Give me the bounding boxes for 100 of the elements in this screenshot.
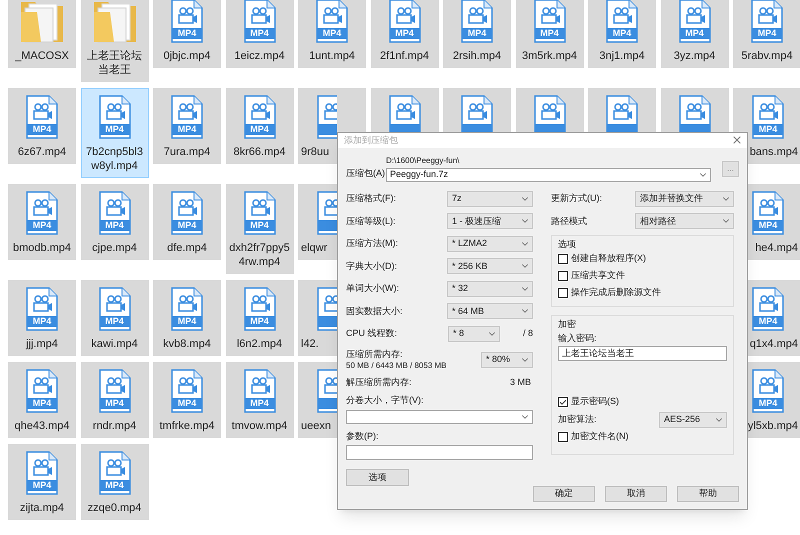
file-tile[interactable]: MP4 bmodb.mp4 (8, 184, 76, 260)
video-file-icon (314, 0, 350, 43)
dropdown[interactable]: * 32 (447, 280, 533, 297)
file-tile[interactable]: MP4 2f1nf.mp4 (370, 0, 438, 68)
file-tile[interactable]: MP4 1eicz.mp4 (226, 0, 294, 68)
video-file-icon (24, 191, 60, 235)
video-file-icon (315, 191, 337, 235)
file-tile[interactable]: MP4 1unt.mp4 (298, 0, 366, 68)
file-tile[interactable]: MP4 kawi.mp4 (80, 280, 148, 356)
video-file-icon (750, 95, 786, 139)
checkbox[interactable] (558, 288, 568, 298)
file-tile[interactable]: MP4 3nj1.mp4 (588, 0, 656, 68)
checkbox[interactable] (558, 397, 568, 407)
video-file-icon (386, 0, 422, 43)
file-name: 5rabv.mp4 (740, 49, 794, 63)
password-field[interactable]: 上老王论坛当老王 (558, 346, 727, 361)
file-tile[interactable]: MP4 7ura.mp4 (153, 88, 221, 164)
dropdown[interactable]: * 64 MB (447, 303, 533, 320)
file-tile[interactable]: MP4 7b2cnp5bl3w8yl.mp4 (80, 88, 148, 178)
file-type-label: MP4 (104, 398, 125, 409)
file-tile[interactable]: MP4 cjpe.mp4 (80, 184, 148, 260)
checkbox[interactable] (558, 271, 568, 281)
file-tile[interactable]: MP4 jjj.mp4 (8, 280, 76, 356)
folder-icon (19, 0, 65, 44)
video-file-icon (604, 0, 640, 43)
dropdown[interactable]: 1 - 极速压缩 (447, 213, 533, 230)
file-tile[interactable]: MP4 l6n2.mp4 (226, 280, 294, 356)
file-tile[interactable]: MP4 rndr.mp4 (80, 362, 148, 438)
video-file-icon (242, 95, 278, 139)
file-tile[interactable]: _MACOSX (8, 0, 76, 68)
file-tile[interactable]: MP4 3m5rk.mp4 (516, 0, 584, 68)
file-tile[interactable]: MP4 qhe43.mp4 (8, 362, 76, 438)
file-tile[interactable]: MP4 5rabv.mp4 (733, 0, 800, 68)
checkbox[interactable] (558, 254, 568, 264)
video-file-icon (676, 0, 712, 43)
file-tile[interactable]: MP4 3yz.mp4 (660, 0, 728, 68)
file-tile[interactable]: 上老王论坛当老王 (80, 0, 148, 82)
archive-name-field[interactable]: Peeggy-fun.7z (386, 168, 711, 182)
video-file-icon (242, 0, 278, 43)
file-tile[interactable]: MP4 8kr66.mp4 (226, 88, 294, 164)
file-tile[interactable]: MP4 2rsih.mp4 (443, 0, 511, 68)
volume-size-field[interactable] (346, 410, 533, 424)
file-name: 2rsih.mp4 (452, 49, 502, 63)
file-tile[interactable]: MP4 bans.mp4 (733, 88, 800, 164)
file-tile[interactable]: MP4 zzqe0.mp4 (80, 444, 148, 520)
file-type-label: MP4 (32, 316, 52, 327)
file-type-label: MP4 (176, 124, 198, 135)
video-file-icon (169, 95, 205, 139)
file-tile[interactable]: MP4 dxh2fr7ppy54rw.mp4 (226, 184, 294, 274)
dropdown[interactable]: 7z (447, 190, 533, 207)
dropdown[interactable]: * 80% (481, 352, 533, 368)
dropdown[interactable]: * 256 KB (447, 258, 533, 274)
file-name: l6n2.mp4 (236, 337, 284, 351)
dropdown[interactable]: * LZMA2 (447, 236, 533, 252)
file-name: 1unt.mp4 (308, 49, 356, 63)
file-type-label: MP4 (176, 398, 198, 409)
file-tile[interactable]: MP4 dfe.mp4 (153, 184, 221, 260)
file-tile[interactable]: MP4 6z67.mp4 (8, 88, 76, 164)
file-name: zijta.mp4 (18, 501, 66, 515)
file-type-label: MP4 (466, 28, 488, 39)
file-name: kvb8.mp4 (162, 337, 212, 351)
dropdown[interactable]: * 8 (448, 326, 500, 342)
file-name: 1eicz.mp4 (233, 49, 286, 63)
file-type-label: MP4 (249, 124, 270, 135)
file-name: 7b2cnp5bl3w8yl.mp4 (85, 145, 144, 173)
group-title: 加密 (558, 318, 577, 330)
video-file-icon (459, 0, 495, 43)
video-file-icon (750, 369, 786, 413)
options-button[interactable]: 选项 (346, 469, 409, 486)
close-icon[interactable] (731, 134, 743, 146)
file-tile[interactable]: MP4 tmvow.mp4 (226, 362, 294, 438)
file-name: bmodb.mp4 (12, 241, 72, 255)
parameters-field[interactable] (346, 445, 533, 460)
file-tile[interactable]: MP4 0jbjc.mp4 (153, 0, 221, 68)
video-file-icon (96, 369, 132, 413)
file-type-label: MP4 (104, 124, 125, 135)
dropdown[interactable]: 相对路径 (635, 213, 734, 230)
checkbox-label: 创建自释放程序(X) (571, 252, 646, 266)
video-file-icon (315, 369, 337, 413)
field-label: 输入密码: (558, 332, 598, 344)
video-file-icon (532, 0, 568, 43)
video-file-icon (169, 191, 205, 235)
checkbox[interactable] (558, 432, 568, 442)
checkbox-label: 压缩共享文件 (571, 269, 625, 282)
file-tile[interactable]: MP4 zijta.mp4 (8, 444, 76, 520)
file-tile[interactable]: MP4 tmfrke.mp4 (153, 362, 221, 438)
file-tile[interactable]: MP4 kvb8.mp4 (153, 280, 221, 356)
video-file-icon (242, 287, 278, 331)
file-type-label: MP4 (539, 28, 560, 39)
folder-icon (92, 0, 138, 44)
dropdown[interactable]: AES-256 (659, 412, 727, 428)
file-name: 上老王论坛当老王 (86, 49, 143, 77)
dialog-button[interactable]: 取消 (605, 486, 667, 502)
file-name: 8kr66.mp4 (232, 145, 286, 159)
file-name: 0jbjc.mp4 (162, 49, 212, 63)
dropdown[interactable]: 添加并替换文件 (635, 190, 734, 207)
file-type-label: MP4 (758, 220, 778, 231)
dialog-button[interactable]: 确定 (533, 486, 595, 502)
dialog-button[interactable]: 帮助 (677, 486, 739, 502)
file-name: dfe.mp4 (166, 241, 208, 255)
